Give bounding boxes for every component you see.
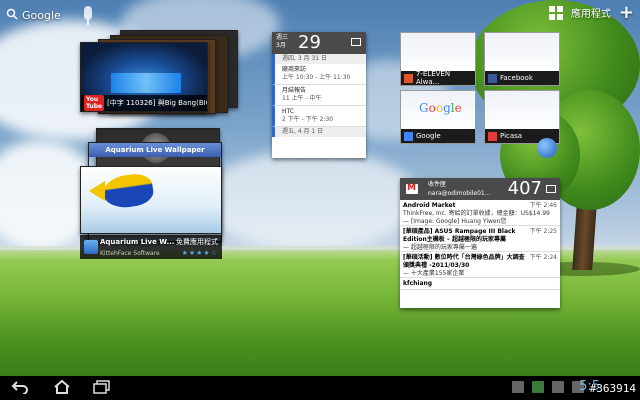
gmail-message[interactable]: 下午 2:25 [華碩產品] ASUS Rampage III Black Edi…: [400, 226, 560, 252]
google-search-widget[interactable]: Google: [6, 5, 61, 25]
calendar-date-header: 週四, 3 月 31 日: [272, 54, 366, 64]
google-search-label: Google: [22, 8, 61, 22]
calendar-event[interactable]: 廠商來訪 上午 10:30 - 上午 11:30: [272, 64, 366, 85]
microphone-icon[interactable]: [84, 6, 92, 25]
bookmark-bar: 7-ELEVEN Alwa...: [401, 70, 475, 86]
message-sender: kfchiang: [403, 280, 433, 287]
event-time: 上午 10:30 - 上午 11:30: [282, 74, 351, 81]
video-title: [中字 110326] 與Big Bang(BIGBANG) 一起在無數計劃的影…: [107, 99, 207, 107]
bookmark-thumb[interactable]: 7-ELEVEN Alwa...: [400, 32, 476, 86]
message-time: 下午 2:46: [529, 202, 557, 209]
gmail-message[interactable]: 下午 2:46 Android Market ThinkFree, Inc. 寄給…: [400, 200, 560, 226]
apps-launcher-area: 應用程式 +: [548, 3, 634, 21]
picasa-icon: [488, 131, 497, 141]
gmail-icon: [406, 183, 418, 194]
notification-icon: [532, 381, 544, 393]
calendar-event[interactable]: 月結報告 11 上午 - 中午: [272, 85, 366, 106]
rating-stars: ★★★★☆: [181, 249, 218, 257]
google-logo: Google: [419, 101, 462, 115]
apps-label[interactable]: 應用程式: [571, 5, 611, 20]
calendar-day-number: 29: [298, 32, 321, 53]
stage-lights: [111, 73, 181, 93]
home-icon[interactable]: [52, 379, 72, 396]
bookmark-thumb[interactable]: Google Google: [400, 90, 476, 144]
bookmark-label: Facebook: [500, 74, 533, 82]
bookmark-thumb[interactable]: Facebook: [484, 32, 560, 86]
facebook-icon: [488, 73, 497, 83]
message-snippet: ThinkFree, Inc. 寄給的訂單收據，總金額：US$14.99 — […: [403, 210, 550, 225]
event-title: HTC: [282, 108, 295, 115]
gmail-notification-icon: [552, 381, 564, 393]
calendar-weekday-month: 週三 3月: [276, 34, 288, 50]
event-title: 月結報告: [282, 87, 307, 94]
system-navigation-bar: 5:5: [0, 376, 640, 400]
event-time: 11 上午 - 中午: [282, 95, 322, 102]
gmail-message[interactable]: kfchiang: [400, 278, 560, 290]
message-time: 下午 2:25: [529, 228, 557, 235]
calendar-widget[interactable]: 週三 3月 29 週四, 3 月 31 日 廠商來訪 上午 10:30 - 上午…: [272, 32, 366, 158]
watermark-label: #363914: [589, 382, 636, 395]
event-title: 廠商來訪: [282, 66, 307, 73]
top-bar: Google 應用程式 +: [0, 0, 640, 30]
aquarium-header: Aquarium Live Wallpaper: [89, 143, 221, 157]
add-widget-icon[interactable]: +: [619, 3, 634, 21]
fish-tail-graphic: [89, 181, 105, 201]
search-icon: [6, 8, 18, 23]
bookmark-label: Picasa: [500, 132, 523, 140]
message-time: 下午 2:24: [529, 254, 557, 261]
calendar-weekday: 週三: [276, 34, 289, 41]
aquarium-app-card[interactable]: [80, 166, 222, 234]
message-sender: [華碩活動] 數位時代「台灣綠色品牌」大調查頒獎典禮 -2011/03/30: [403, 254, 525, 269]
calendar-event[interactable]: HTC 2 下午 - 下午 2:30: [272, 106, 366, 127]
video-caption-bar: You Tube [中字 110326] 與Big Bang(BIGBANG) …: [81, 95, 207, 111]
calendar-header: 週三 3月 29: [272, 32, 366, 54]
bookmark-bar: Google: [401, 129, 475, 143]
compose-icon[interactable]: [546, 185, 556, 193]
bookmark-bar: Facebook: [485, 71, 559, 85]
back-arrow-icon[interactable]: [10, 380, 30, 396]
youtube-widget[interactable]: You Tube [中字 110326] 與Big Bang(BIGBANG) …: [80, 30, 240, 114]
gmail-header: 收件匣 nara@odimobile01... 407: [400, 178, 560, 200]
google-icon: [404, 131, 413, 141]
new-event-icon[interactable]: [351, 38, 361, 46]
unread-count: 407: [507, 178, 542, 199]
globe-icon: [537, 138, 557, 158]
aquarium-info-bar[interactable]: Aquarium Live W... 免費應用程式 KittehFace Sof…: [80, 235, 222, 259]
gmail-message[interactable]: 下午 2:24 [華碩活動] 數位時代「台灣綠色品牌」大調查頒獎典禮 -2011/…: [400, 252, 560, 278]
bookmark-label: Google: [416, 132, 441, 140]
calendar-month: 3月: [276, 42, 286, 49]
apps-grid-icon[interactable]: [548, 5, 563, 20]
youtube-logo-icon: You Tube: [84, 95, 105, 111]
bookmark-thumb[interactable]: Picasa: [484, 90, 560, 144]
gmail-message-list: 下午 2:46 Android Market ThinkFree, Inc. 寄給…: [400, 200, 560, 290]
page-preview: [485, 33, 559, 73]
page-preview: [485, 91, 559, 131]
gmail-inbox-info: 收件匣 nara@odimobile01...: [428, 180, 490, 198]
message-snippet: — 十大產業155家企業: [403, 270, 465, 277]
event-time: 2 下午 - 下午 2:30: [282, 116, 334, 123]
message-sender: [華碩產品] ASUS Rampage III Black Edition主機板…: [403, 228, 516, 243]
browser-bookmarks-widget: 7-ELEVEN Alwa... Facebook Google Google …: [400, 32, 560, 152]
message-sender: Android Market: [403, 202, 456, 209]
notification-tray[interactable]: [512, 381, 584, 393]
app-price: 免費應用程式: [176, 238, 218, 246]
gmail-widget[interactable]: 收件匣 nara@odimobile01... 407 下午 2:46 Andro…: [400, 178, 560, 308]
notification-icon: [512, 381, 524, 393]
youtube-video-card[interactable]: You Tube [中字 110326] 與Big Bang(BIGBANG) …: [80, 42, 208, 112]
message-snippet: — 超越極限的玩家專屬一遍: [403, 244, 477, 251]
page-preview: [401, 33, 475, 73]
inbox-label: 收件匣: [428, 181, 447, 188]
recent-apps-icon[interactable]: [92, 380, 112, 396]
calendar-event-list: 週四, 3 月 31 日 廠商來訪 上午 10:30 - 上午 11:30 月結…: [272, 54, 366, 137]
aquarium-app-icon: [84, 240, 98, 254]
account-label: nara@odimobile01...: [428, 190, 491, 197]
seven-eleven-icon: [404, 73, 413, 83]
calendar-date-header: 週五, 4 月 1 日: [272, 127, 366, 137]
bookmark-label: 7-ELEVEN Alwa...: [415, 70, 451, 86]
